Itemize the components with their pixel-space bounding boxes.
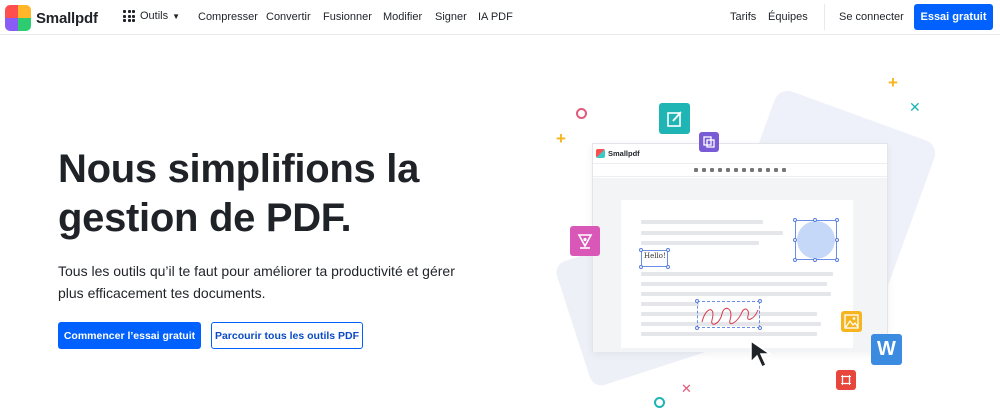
- brand-logo[interactable]: Smallpdf: [5, 5, 98, 31]
- signature-scribble: [701, 307, 759, 325]
- smallpdf-logo-icon: [5, 5, 31, 31]
- decorative-cross-icon: ✕: [909, 99, 921, 115]
- decorative-plus-icon: +: [888, 73, 898, 92]
- word-file-icon: W: [871, 334, 902, 365]
- caret-down-icon: ▼: [172, 11, 181, 21]
- nav-trial-button[interactable]: Essai gratuit: [914, 4, 993, 30]
- nav-link-teams[interactable]: Équipes: [768, 11, 808, 23]
- nav-link-compresser[interactable]: Compresser: [198, 11, 258, 23]
- top-navigation: Smallpdf Outils ▼ Compresser Convertir F…: [0, 0, 1000, 35]
- edit-pdf-icon: [659, 103, 690, 134]
- nav-link-ia-pdf[interactable]: IA PDF: [478, 11, 513, 23]
- hero-illustration: Smallpdf Hello! W + + ✕ ✕: [540, 70, 1000, 415]
- document-page: Hello!: [621, 200, 853, 348]
- app-preview-header: Smallpdf: [593, 144, 887, 164]
- hello-annotation: Hello!: [644, 252, 666, 260]
- app-preview-name: Smallpdf: [608, 149, 640, 158]
- hero-title: Nous simplifions la gestion de PDF.: [58, 147, 420, 240]
- mouse-cursor-icon: [750, 339, 773, 369]
- app-preview-toolbar: [593, 164, 887, 177]
- mini-logo-icon: [596, 149, 605, 158]
- crop-icon: [836, 370, 856, 390]
- shape-selection-box: [793, 218, 839, 262]
- nav-link-convertir[interactable]: Convertir: [266, 11, 311, 23]
- sign-pen-icon: [570, 226, 600, 256]
- login-link[interactable]: Se connecter: [839, 11, 904, 23]
- nav-divider: [824, 4, 825, 30]
- hero-subtitle: Tous les outils qu’il te faut pour améli…: [58, 263, 455, 301]
- browse-tools-button[interactable]: Parcourir tous les outils PDF: [211, 322, 363, 349]
- tools-menu-label: Outils: [140, 10, 169, 22]
- nav-link-modifier[interactable]: Modifier: [383, 11, 422, 23]
- nav-link-pricing[interactable]: Tarifs: [730, 11, 756, 23]
- circle-shape: [797, 221, 835, 259]
- image-file-icon: [841, 311, 862, 332]
- decorative-ring-icon: [576, 108, 587, 119]
- decorative-cross-icon: ✕: [681, 381, 692, 396]
- nav-link-signer[interactable]: Signer: [435, 11, 467, 23]
- start-trial-button[interactable]: Commencer l’essai gratuit: [58, 322, 201, 349]
- decorative-ring-icon: [654, 397, 665, 408]
- tools-menu-button[interactable]: Outils ▼: [123, 10, 180, 22]
- decorative-plus-icon: +: [556, 129, 566, 148]
- signature-selection-box: [695, 299, 762, 330]
- merge-pdf-icon: [699, 132, 719, 152]
- nav-link-fusionner[interactable]: Fusionner: [323, 11, 372, 23]
- grid-icon: [123, 10, 135, 22]
- brand-name: Smallpdf: [36, 9, 98, 27]
